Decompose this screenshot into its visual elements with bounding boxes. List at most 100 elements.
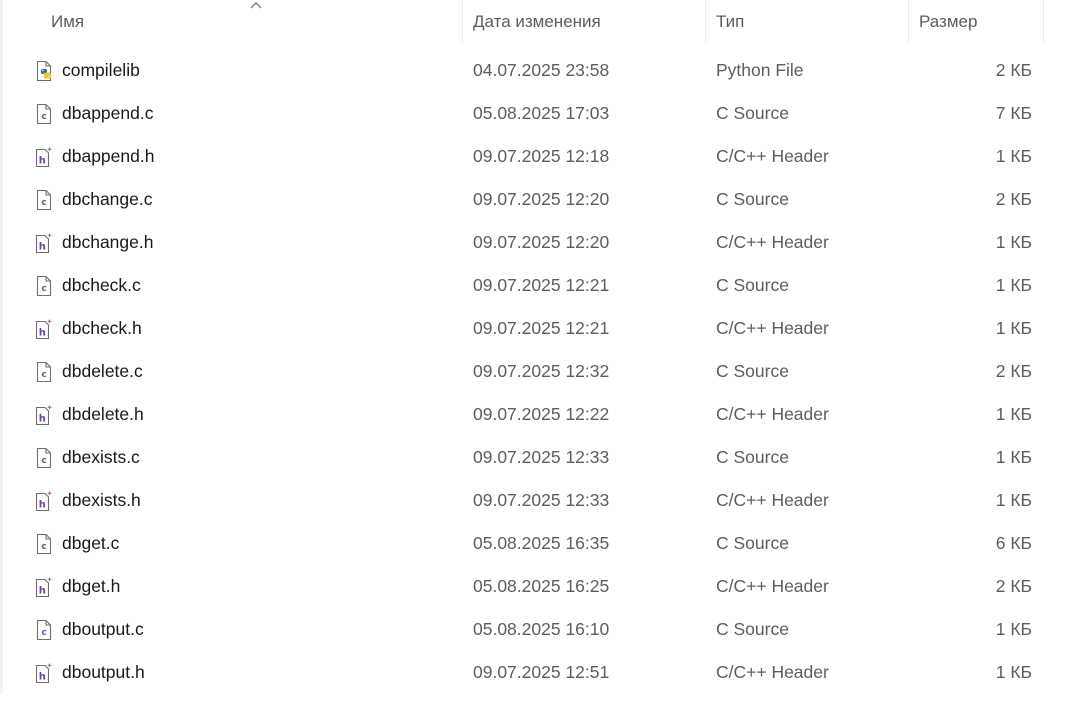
file-row[interactable]: h dbexists.h 09.07.2025 12:33 C/C++ Header 1…	[3, 479, 1044, 522]
file-type: C/C++ Header	[716, 146, 829, 166]
file-row[interactable]: h dbchange.h 09.07.2025 12:20 C/C++ Header 1…	[3, 221, 1044, 264]
file-row[interactable]: c dbcheck.c 09.07.2025 12:21 C Source 1 КБ	[3, 264, 1044, 307]
file-type: C Source	[716, 275, 789, 295]
file-size: 1 КБ	[995, 447, 1032, 467]
file-date-modified: 05.08.2025 16:35	[473, 533, 610, 553]
file-list: compilelib 04.07.2025 23:58 Python File 2 К…	[3, 49, 1044, 694]
c-header-file-icon: h	[34, 318, 54, 340]
file-date-modified: 09.07.2025 12:51	[473, 662, 610, 682]
file-name: dbchange.c	[62, 189, 153, 209]
file-name: dbexists.h	[62, 490, 141, 510]
c-source-file-icon: c	[34, 533, 54, 555]
file-size: 1 КБ	[995, 275, 1032, 295]
file-date-modified: 04.07.2025 23:58	[473, 60, 610, 80]
file-date-modified: 05.08.2025 16:10	[473, 619, 610, 639]
file-name: dbappend.h	[62, 146, 155, 166]
svg-text:c: c	[41, 628, 46, 638]
column-divider[interactable]	[1043, 0, 1044, 42]
svg-text:h: h	[39, 672, 46, 683]
file-size: 1 КБ	[995, 662, 1032, 682]
file-type: C Source	[716, 103, 789, 123]
file-date-modified: 05.08.2025 17:03	[473, 103, 610, 123]
file-type: C/C++ Header	[716, 490, 829, 510]
file-row[interactable]: c dbget.c 05.08.2025 16:35 C Source 6 КБ	[3, 522, 1044, 565]
file-date-modified: 09.07.2025 12:32	[473, 361, 610, 381]
c-source-file-icon: c	[34, 619, 54, 641]
file-name: dbdelete.c	[62, 361, 143, 381]
svg-text:c: c	[41, 542, 46, 552]
file-row[interactable]: h dbdelete.h 09.07.2025 12:22 C/C++ Header 1…	[3, 393, 1044, 436]
file-type: C Source	[716, 447, 789, 467]
file-name: dbappend.c	[62, 103, 154, 123]
c-source-file-icon: c	[34, 189, 54, 211]
c-header-file-icon: h	[34, 490, 54, 512]
svg-text:h: h	[39, 328, 46, 339]
file-date-modified: 09.07.2025 12:21	[473, 275, 610, 295]
file-row[interactable]: compilelib 04.07.2025 23:58 Python File 2 К…	[3, 49, 1044, 92]
svg-text:h: h	[39, 500, 46, 511]
file-type: C/C++ Header	[716, 318, 829, 338]
file-row[interactable]: h dboutput.h 09.07.2025 12:51 C/C++ Header 1…	[3, 651, 1044, 694]
c-header-file-icon: h	[34, 662, 54, 684]
bottom-gap	[0, 693, 1081, 709]
c-source-file-icon: c	[34, 361, 54, 383]
file-date-modified: 09.07.2025 12:20	[473, 189, 610, 209]
sort-ascending-icon	[250, 2, 262, 9]
svg-text:c: c	[41, 284, 46, 294]
file-type: C/C++ Header	[716, 232, 829, 252]
file-date-modified: 09.07.2025 12:33	[473, 490, 610, 510]
c-source-file-icon: c	[34, 275, 54, 297]
file-type: C Source	[716, 619, 789, 639]
file-name: dbdelete.h	[62, 404, 144, 424]
file-size: 1 КБ	[995, 146, 1032, 166]
svg-text:h: h	[39, 586, 46, 597]
file-size: 1 КБ	[995, 318, 1032, 338]
column-header-date[interactable]: Дата изменения	[463, 0, 705, 42]
file-list-pane: Имя Дата изменения Тип Размер compilelib…	[0, 0, 1081, 709]
file-size: 1 КБ	[995, 232, 1032, 252]
file-name: dbcheck.h	[62, 318, 142, 338]
file-row[interactable]: h dbget.h 05.08.2025 16:25 C/C++ Header 2 КБ	[3, 565, 1044, 608]
file-row[interactable]: c dbappend.c 05.08.2025 17:03 C Source 7 КБ	[3, 92, 1044, 135]
file-date-modified: 09.07.2025 12:21	[473, 318, 610, 338]
file-type: C Source	[716, 533, 789, 553]
svg-text:c: c	[41, 456, 46, 466]
file-row[interactable]: c dbexists.c 09.07.2025 12:33 C Source 1 КБ	[3, 436, 1044, 479]
file-type: C/C++ Header	[716, 576, 829, 596]
file-date-modified: 09.07.2025 12:33	[473, 447, 610, 467]
file-name: dbget.c	[62, 533, 120, 553]
file-row[interactable]: h dbcheck.h 09.07.2025 12:21 C/C++ Header 1 …	[3, 307, 1044, 350]
c-header-file-icon: h	[34, 146, 54, 168]
file-name: dbget.h	[62, 576, 121, 596]
file-name: dbcheck.c	[62, 275, 141, 295]
file-date-modified: 09.07.2025 12:18	[473, 146, 610, 166]
c-source-file-icon: c	[34, 103, 54, 125]
python-file-icon	[34, 60, 54, 82]
file-name: compilelib	[62, 60, 140, 80]
file-row[interactable]: c dboutput.c 05.08.2025 16:10 C Source 1 КБ	[3, 608, 1044, 651]
svg-text:c: c	[41, 112, 46, 122]
file-size: 1 КБ	[995, 619, 1032, 639]
file-row[interactable]: c dbdelete.c 09.07.2025 12:32 C Source 2 КБ	[3, 350, 1044, 393]
file-size: 2 КБ	[995, 60, 1032, 80]
svg-text:h: h	[39, 242, 46, 253]
svg-text:c: c	[41, 370, 46, 380]
file-type: C Source	[716, 189, 789, 209]
file-type: Python File	[716, 60, 804, 80]
file-row[interactable]: h dbappend.h 09.07.2025 12:18 C/C++ Header 1…	[3, 135, 1044, 178]
c-header-file-icon: h	[34, 576, 54, 598]
file-size: 1 КБ	[995, 490, 1032, 510]
column-header-row: Имя Дата изменения Тип Размер	[3, 0, 1044, 42]
column-header-type[interactable]: Тип	[706, 0, 908, 42]
svg-text:h: h	[39, 156, 46, 167]
file-row[interactable]: c dbchange.c 09.07.2025 12:20 C Source 2 КБ	[3, 178, 1044, 221]
c-header-file-icon: h	[34, 404, 54, 426]
file-type: C Source	[716, 361, 789, 381]
file-size: 6 КБ	[995, 533, 1032, 553]
c-header-file-icon: h	[34, 232, 54, 254]
c-source-file-icon: c	[34, 447, 54, 469]
file-date-modified: 09.07.2025 12:22	[473, 404, 610, 424]
file-date-modified: 09.07.2025 12:20	[473, 232, 610, 252]
file-name: dboutput.h	[62, 662, 145, 682]
column-header-size[interactable]: Размер	[909, 0, 1044, 42]
